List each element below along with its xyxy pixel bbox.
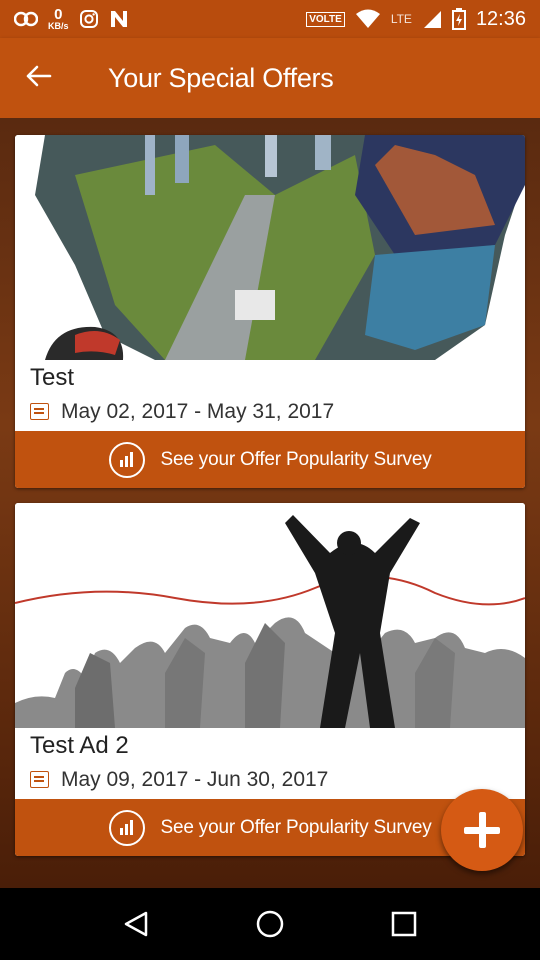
- offer-date-row: May 02, 2017 - May 31, 2017: [15, 392, 525, 431]
- volte-badge: VOLTE: [306, 11, 345, 27]
- plus-icon: [464, 812, 500, 848]
- lte-label: LTE: [390, 12, 412, 26]
- instagram-icon: [79, 10, 98, 28]
- offer-card[interactable]: Test May 02, 2017 - May 31, 2017 See you…: [15, 135, 525, 488]
- n-app-icon: [110, 11, 127, 27]
- arrow-left-icon: [26, 65, 52, 87]
- page-title: Your Special Offers: [108, 62, 334, 93]
- network-speed-unit: KB/s: [48, 21, 69, 31]
- survey-button[interactable]: See your Offer Popularity Survey: [15, 431, 525, 488]
- link-icon: [14, 11, 38, 27]
- add-offer-button[interactable]: [441, 789, 523, 871]
- calendar-icon: [30, 771, 49, 788]
- offer-title: Test Ad 2: [30, 732, 129, 759]
- offer-date-range: May 02, 2017 - May 31, 2017: [61, 399, 335, 423]
- chart-circle-icon: [108, 809, 145, 846]
- nav-home-icon[interactable]: [255, 909, 285, 939]
- offer-image-city: [15, 135, 525, 360]
- survey-button-label: See your Offer Popularity Survey: [160, 448, 432, 470]
- signal-icon: [423, 11, 441, 28]
- status-right: VOLTE LTE 12:36: [306, 8, 526, 31]
- offer-card[interactable]: Test Ad 2 May 09, 2017 - Jun 30, 2017 Se…: [15, 503, 525, 856]
- nav-recents-icon[interactable]: [390, 910, 418, 938]
- status-bar: 0 KB/s VOLTE LTE 12:36: [0, 0, 540, 38]
- system-nav-bar: [0, 888, 540, 960]
- offers-list[interactable]: Test May 02, 2017 - May 31, 2017 See you…: [0, 118, 540, 888]
- battery-icon: [451, 8, 466, 30]
- chart-circle-icon: [108, 441, 145, 478]
- status-left: 0 KB/s: [14, 7, 129, 31]
- offer-title: Test: [30, 364, 75, 391]
- offer-image-runners: [15, 503, 525, 728]
- nav-back-icon[interactable]: [122, 910, 150, 938]
- network-speed-value: 0: [54, 6, 63, 23]
- network-speed: 0 KB/s: [48, 7, 69, 31]
- offer-date-row: May 09, 2017 - Jun 30, 2017: [15, 760, 525, 799]
- wifi-icon: [355, 9, 380, 28]
- clock: 12:36: [475, 7, 526, 30]
- back-button[interactable]: [26, 62, 66, 94]
- calendar-icon: [30, 403, 49, 420]
- survey-button-label: See your Offer Popularity Survey: [160, 816, 432, 838]
- app-bar: Your Special Offers: [0, 38, 540, 118]
- offer-date-range: May 09, 2017 - Jun 30, 2017: [61, 767, 329, 791]
